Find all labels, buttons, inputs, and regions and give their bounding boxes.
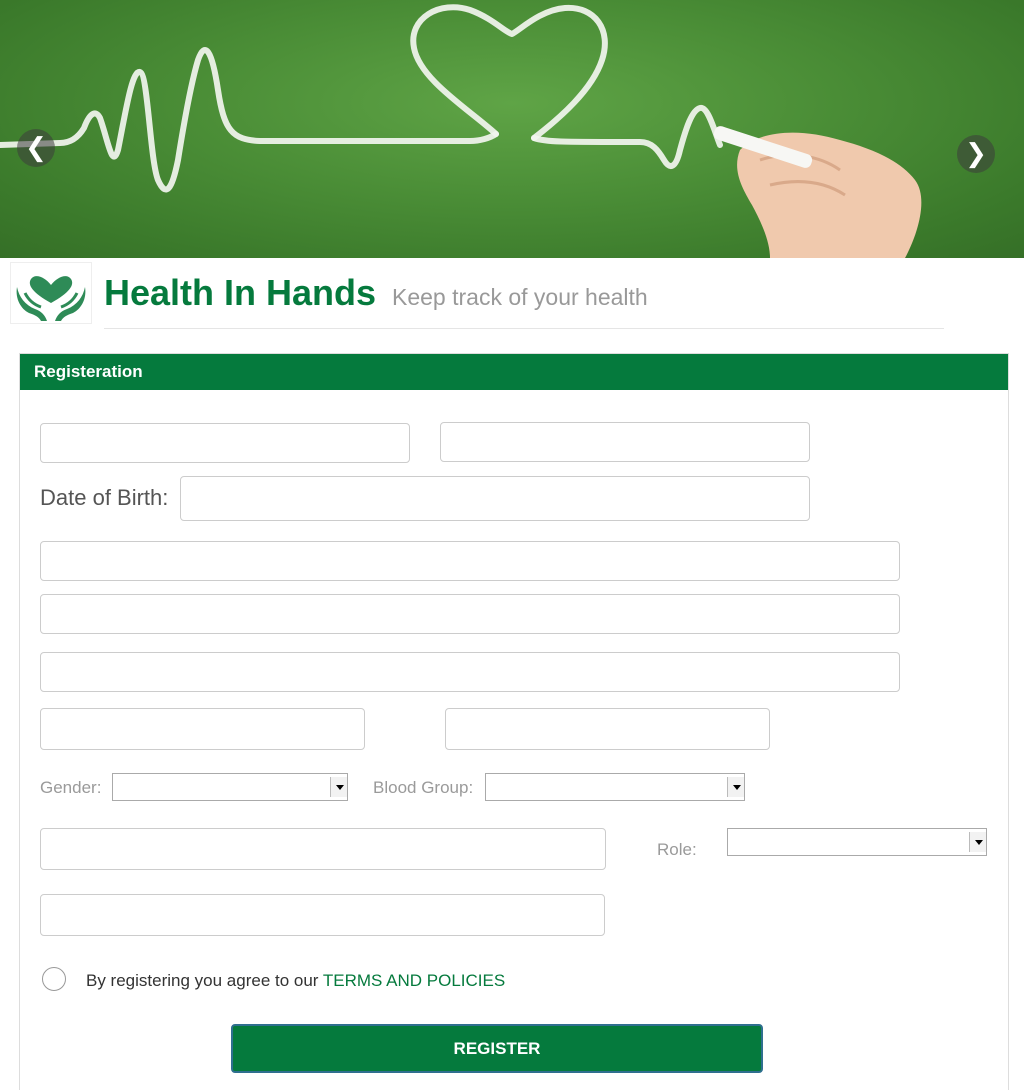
- agree-text-label: By registering you agree to our: [86, 971, 323, 990]
- brand-divider: [104, 328, 944, 329]
- blood-group-label: Blood Group:: [373, 778, 474, 797]
- role-label: Role:: [657, 840, 697, 859]
- heartbeat-chalk-illustration: [0, 4, 922, 258]
- dob-input[interactable]: [180, 476, 810, 521]
- confirm-password-input[interactable]: [445, 708, 770, 750]
- carousel-next-icon[interactable]: ❯: [957, 135, 995, 173]
- register-button[interactable]: REGISTER: [231, 1024, 763, 1073]
- chevron-down-icon[interactable]: [727, 777, 744, 797]
- email-input[interactable]: [40, 541, 900, 581]
- registration-page: ❮ ❯ Health In Hands Keep track of your h…: [0, 0, 1024, 1090]
- hero-banner: ❮ ❯: [0, 0, 1024, 258]
- brand-logo: [10, 262, 92, 324]
- chevron-down-icon[interactable]: [969, 832, 986, 852]
- carousel-prev-icon[interactable]: ❮: [17, 129, 55, 167]
- blood-group-select[interactable]: [485, 773, 745, 801]
- gender-label: Gender:: [40, 778, 102, 797]
- role-select[interactable]: [727, 828, 987, 856]
- first-name-input[interactable]: [40, 423, 410, 463]
- dob-label: Date of Birth:: [40, 485, 169, 510]
- heart-in-hands-icon: [16, 276, 86, 321]
- last-name-input[interactable]: [440, 422, 810, 462]
- password-input[interactable]: [40, 708, 365, 750]
- terms-link[interactable]: TERMS AND POLICIES: [323, 971, 505, 990]
- phone-input[interactable]: [40, 828, 606, 870]
- panel-header: Registeration: [20, 354, 1008, 390]
- username-input[interactable]: [40, 594, 900, 634]
- agree-text: By registering you agree to our TERMS AN…: [86, 971, 505, 991]
- brand-tagline: Keep track of your health: [392, 284, 648, 310]
- additional-input[interactable]: [40, 894, 605, 936]
- brand-title: Health In Hands: [104, 272, 377, 313]
- address-input[interactable]: [40, 652, 900, 692]
- agree-terms-radio[interactable]: [42, 967, 66, 991]
- chevron-down-icon[interactable]: [330, 777, 347, 797]
- gender-select[interactable]: [112, 773, 348, 801]
